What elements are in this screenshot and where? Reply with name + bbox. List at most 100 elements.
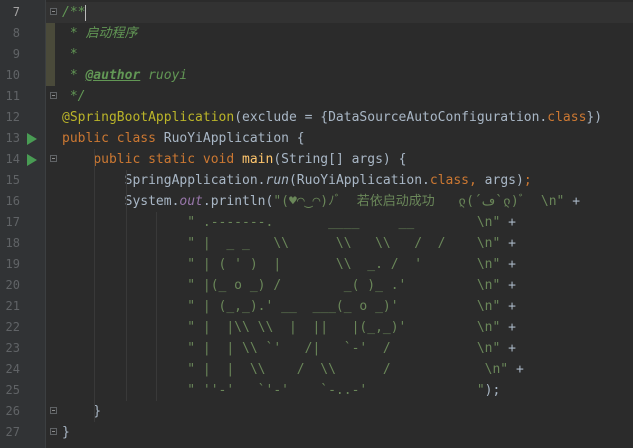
code-text: " | | \\ `' /| `-' / \n" + <box>62 338 516 359</box>
line-number: 7 <box>12 5 20 19</box>
code-token: */ <box>62 89 86 104</box>
code-token: ; <box>523 173 532 188</box>
doc-comment-marker <box>46 23 55 44</box>
text-caret <box>85 4 87 21</box>
code-text: @SpringBootApplication(exclude = {DataSo… <box>62 107 602 128</box>
indent-guide <box>156 212 157 401</box>
indent-guide <box>126 170 127 401</box>
line-number: 25 <box>5 383 20 397</box>
code-line[interactable]: 8 * 启动程序 <box>0 23 633 44</box>
code-token: @author <box>85 68 141 83</box>
code-token: " | |\\ \\ | || |(_,_)' \n" <box>62 320 509 335</box>
code-token: run <box>265 173 289 188</box>
line-number: 21 <box>5 299 20 313</box>
code-token: * <box>62 47 78 62</box>
code-token: .println( <box>202 194 274 209</box>
code-token: + <box>508 341 516 356</box>
code-line[interactable]: 11 */ <box>0 86 633 107</box>
code-token: " | ( ' ) | \\ _. / ' \n" <box>62 257 509 272</box>
code-text: * @author ruoyi <box>62 65 187 86</box>
fold-marker-icon[interactable] <box>50 92 57 99</box>
code-text: " | ( ' ) | \\ _. / ' \n" + <box>62 254 516 275</box>
indent-guide <box>94 149 95 422</box>
code-text: } <box>62 422 70 443</box>
code-token: " .-------. ____ __ \n" <box>62 215 509 230</box>
code-token: class <box>547 110 587 125</box>
code-token: System. <box>62 194 180 209</box>
code-text: /** <box>62 2 87 23</box>
code-token: (RuoYiApplication. <box>288 173 430 188</box>
code-token: } <box>62 404 102 419</box>
fold-marker-icon[interactable] <box>50 428 57 435</box>
line-number: 16 <box>5 194 20 208</box>
code-token: } <box>62 425 70 440</box>
line-number: 12 <box>5 110 20 124</box>
code-token: + <box>508 236 516 251</box>
code-token: " | _ _ \\ \\ \\ / / \n" <box>62 236 509 251</box>
run-gutter-icon[interactable] <box>27 133 37 145</box>
code-token: "(♥◠‿◠)ﾉﾞ 若依启动成功 ლ(´ڡ`ლ)ﾞ \n" <box>273 194 573 209</box>
code-token: (exclude = {DataSourceAutoConfiguration. <box>234 110 548 125</box>
line-number: 18 <box>5 236 20 250</box>
code-text: " | | \\ / \\ / \n" + <box>62 359 524 380</box>
line-number: 26 <box>5 404 20 418</box>
line-number: 8 <box>12 26 20 40</box>
code-token: + <box>508 299 516 314</box>
code-editor[interactable]: 7/** 8 * 启动程序 9 * 10 * @author ruoyi 11 */12… <box>0 0 633 448</box>
code-text: " ''-' `'-' `-..-' "); <box>62 380 500 401</box>
code-token: /** <box>62 5 86 20</box>
code-token: + <box>515 362 524 377</box>
code-text: public class RuoYiApplication { <box>62 128 305 149</box>
code-token: ruoyi <box>140 68 188 83</box>
code-line[interactable]: 13 public class RuoYiApplication { <box>0 128 633 149</box>
code-text: * 启动程序 <box>62 23 138 44</box>
line-number: 11 <box>5 89 20 103</box>
code-token: " | | \\ / \\ / \n" <box>62 362 516 377</box>
code-token: + <box>508 320 516 335</box>
code-line[interactable]: 7 /** <box>0 2 633 23</box>
code-token: @SpringBootApplication <box>62 110 235 125</box>
line-number: 17 <box>5 215 20 229</box>
code-token: " | | \\ `' /| `-' / \n" <box>62 341 509 356</box>
line-number: 15 <box>5 173 20 187</box>
line-number: 24 <box>5 362 20 376</box>
code-text: } <box>62 401 101 422</box>
line-number: 20 <box>5 278 20 292</box>
code-line[interactable]: 9 * <box>0 44 633 65</box>
code-text: System.out.println("(♥◠‿◠)ﾉﾞ 若依启动成功 ლ(´ڡ… <box>62 191 580 212</box>
code-text: * <box>62 44 78 65</box>
code-token: + <box>508 257 516 272</box>
code-text: " |(_ o _) / _( )_ .' \n" + <box>62 275 516 296</box>
line-number: 27 <box>5 425 20 439</box>
code-token: SpringApplication. <box>62 173 266 188</box>
code-token: " | (_,_).' __ ___(_ o _)' \n" <box>62 299 509 314</box>
code-token: , <box>469 173 485 188</box>
fold-marker-icon[interactable] <box>50 8 57 15</box>
fold-marker-icon[interactable] <box>50 155 57 162</box>
code-text: " | (_,_).' __ ___(_ o _)' \n" + <box>62 296 516 317</box>
code-token: RuoYiApplication { <box>163 131 305 146</box>
fold-marker-icon[interactable] <box>50 407 57 414</box>
code-text: " .-------. ____ __ \n" + <box>62 212 516 233</box>
code-token: * 启动程序 <box>62 26 138 41</box>
line-number: 22 <box>5 320 20 334</box>
code-line[interactable]: 10 * @author ruoyi <box>0 65 633 86</box>
code-token: class <box>429 173 470 188</box>
code-text: public static void main(String[] args) { <box>62 149 406 170</box>
line-number: 14 <box>5 152 20 166</box>
code-token: + <box>572 194 581 209</box>
line-number: 9 <box>12 47 20 61</box>
run-gutter-icon[interactable] <box>27 154 37 166</box>
doc-comment-marker <box>46 44 55 65</box>
code-text: " | _ _ \\ \\ \\ / / \n" + <box>62 233 516 254</box>
code-line[interactable]: 27} <box>0 422 633 443</box>
line-number: 23 <box>5 341 20 355</box>
code-text: SpringApplication.run(RuoYiApplication.c… <box>62 170 532 191</box>
code-token: ); <box>484 383 501 398</box>
code-token: out <box>179 194 203 209</box>
code-token: }) <box>586 110 603 125</box>
code-token: public class <box>62 131 164 146</box>
code-token: + <box>508 215 516 230</box>
code-line[interactable]: 12 @SpringBootApplication(exclude = {Data… <box>0 107 633 128</box>
